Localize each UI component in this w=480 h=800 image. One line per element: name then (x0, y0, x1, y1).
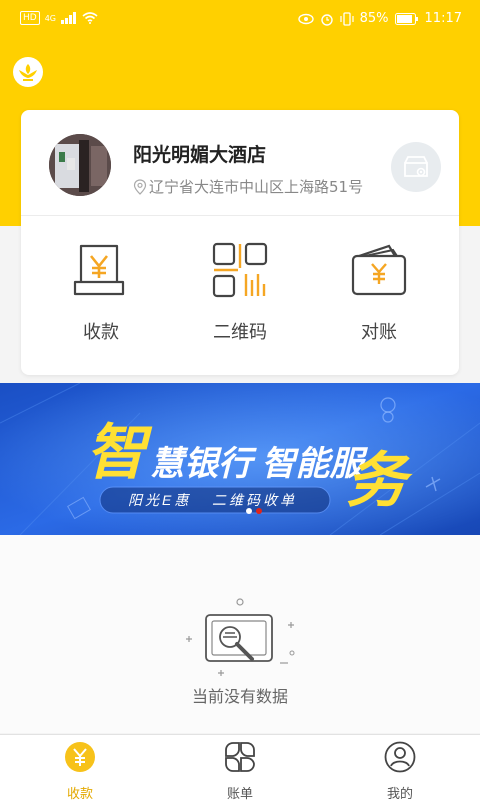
qr-code-icon (212, 242, 268, 298)
status-bar: HD 4G 85% 11:17 (0, 0, 480, 40)
store-address: 辽宁省大连市中山区上海路51号 (133, 176, 363, 197)
carousel-dot-1[interactable] (246, 508, 252, 514)
bottom-tabbar: 收款 账单 我的 (0, 734, 480, 800)
tab-receive[interactable]: 收款 (40, 741, 120, 800)
clock: 11:17 (424, 11, 462, 26)
network-type: 4G (44, 13, 56, 23)
card-divider (21, 215, 459, 216)
signal-icon (61, 12, 76, 24)
wallet-icon (351, 244, 407, 296)
store-settings-icon (404, 156, 428, 177)
banner-headline-part3: 务 (346, 447, 413, 514)
qr-code-label: 二维码 (213, 322, 267, 343)
status-left: HD 4G (20, 11, 98, 25)
store-name: 阳光明媚大酒店 (133, 144, 267, 166)
store-settings-button[interactable] (391, 142, 441, 192)
banner-subtitle-left: 阳光E惠 (128, 492, 191, 508)
profile-icon (384, 741, 416, 773)
store-avatar[interactable] (49, 134, 111, 196)
banner-headline-part1: 智 (86, 419, 153, 486)
empty-search-illustration (186, 598, 295, 676)
tab-bill-label: 账单 (226, 787, 253, 800)
tab-mine-label: 我的 (386, 787, 413, 800)
bill-grid-icon (225, 742, 255, 772)
store-card: 阳光明媚大酒店 辽宁省大连市中山区上海路51号 收款 二维码 对账 (21, 110, 459, 375)
reconcile-label: 对账 (361, 322, 397, 343)
eye-icon (297, 13, 314, 24)
tab-receive-label: 收款 (66, 787, 93, 800)
tab-mine[interactable]: 我的 (360, 741, 440, 800)
banner-headline-part2: 慧银行 智能服 (150, 445, 368, 483)
empty-state: 当前没有数据 (0, 535, 480, 733)
logo-icon (13, 57, 43, 87)
vibrate-icon (340, 11, 354, 26)
promo-banner[interactable]: 智 慧银行 智能服 务 阳光E惠 二维码收单 (0, 383, 480, 535)
hd-badge: HD (20, 11, 40, 25)
qr-code-action[interactable]: 二维码 (180, 240, 300, 344)
alarm-icon (320, 13, 333, 26)
location-pin-icon (133, 178, 147, 195)
battery-icon (394, 12, 418, 25)
receive-payment-label: 收款 (83, 322, 119, 343)
battery-percent: 85% (359, 11, 389, 26)
carousel-dot-2[interactable] (256, 508, 262, 514)
empty-state-text: 当前没有数据 (191, 687, 288, 706)
banner-subtitle-right: 二维码收单 (212, 492, 297, 508)
yuan-coin-icon (65, 742, 95, 772)
tab-bill[interactable]: 账单 (200, 741, 280, 800)
yuan-receipt-icon (73, 244, 125, 296)
reconcile-action[interactable]: 对账 (319, 240, 439, 344)
receive-payment-action[interactable]: 收款 (41, 240, 161, 344)
wifi-icon (82, 12, 98, 24)
store-address-text: 辽宁省大连市中山区上海路51号 (149, 178, 364, 196)
status-right: 85% 11:17 (297, 11, 462, 26)
